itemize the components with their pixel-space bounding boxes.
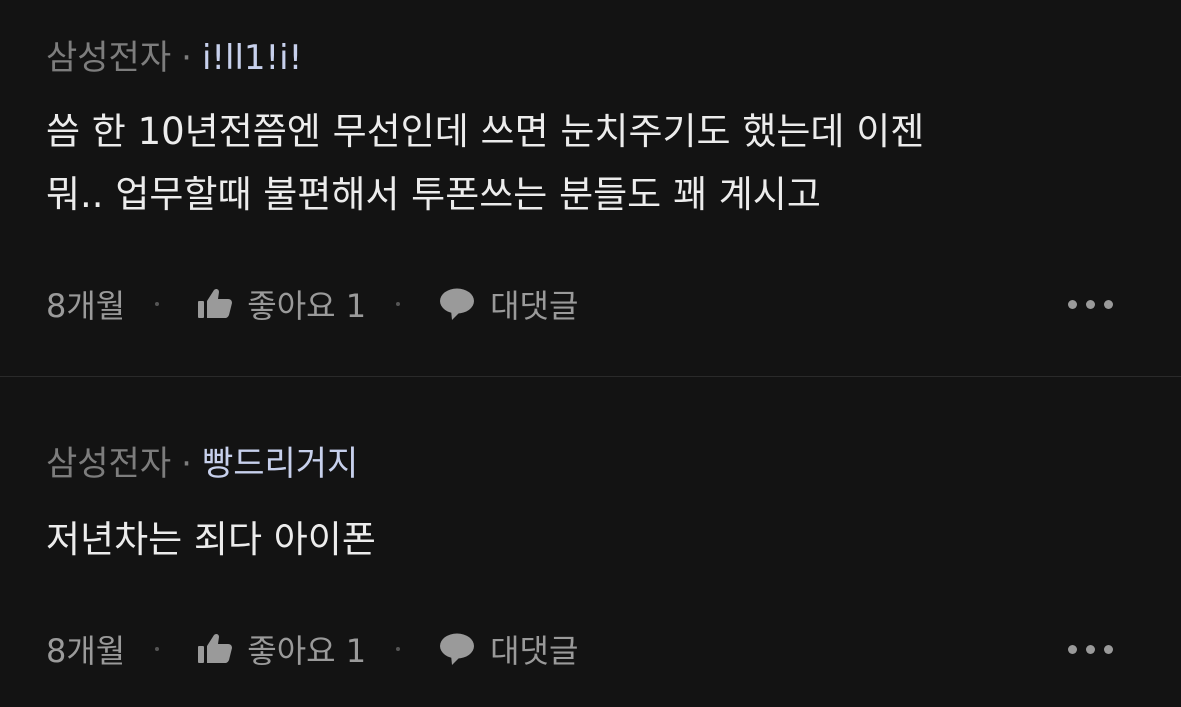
comment-body-line: 씀 한 10년전쯤엔 무선인데 쓰면 눈치주기도 했는데 이젠	[46, 110, 925, 153]
comment-body: 씀 한 10년전쯤엔 무선인데 쓰면 눈치주기도 했는데 이젠 뭐.. 업무할때…	[46, 100, 1113, 226]
reply-button[interactable]: 대댓글	[438, 281, 578, 327]
action-separator	[396, 647, 401, 651]
more-dots-icon	[1068, 299, 1077, 309]
reply-button[interactable]: 대댓글	[438, 626, 578, 672]
meta-separator: ·	[181, 444, 192, 484]
comment-time: 8개월	[46, 287, 126, 325]
comment-body-line: 뭐.. 업무할때 불편해서 투폰쓰는 분들도 꽤 계시고	[46, 173, 821, 216]
reply-label: 대댓글	[490, 287, 579, 325]
meta-separator: ·	[181, 38, 192, 78]
speech-bubble-icon	[440, 633, 475, 665]
like-button[interactable]: 좋아요 1	[197, 281, 366, 327]
action-separator	[155, 647, 160, 651]
action-separator	[155, 302, 160, 306]
author-nickname[interactable]: i!ll1!i!	[202, 38, 302, 78]
comment-actions: 8개월 좋아요 1 대댓글	[46, 625, 1113, 673]
comment-item: 삼성전자 · 빵드리거지 저년차는 죄다 아이폰 8개월 좋아요 1 대댓글	[0, 377, 1181, 707]
more-options-button[interactable]	[1068, 635, 1113, 664]
thumbs-up-icon	[198, 633, 233, 663]
like-count-label: 좋아요 1	[247, 287, 367, 325]
action-separator	[396, 302, 401, 306]
thumbs-up-icon	[198, 288, 233, 318]
comment-body: 저년차는 죄다 아이폰	[46, 508, 1113, 571]
company-name[interactable]: 삼성전자	[46, 38, 171, 78]
comment-meta: 삼성전자 · i!ll1!i!	[46, 34, 1113, 82]
author-nickname[interactable]: 빵드리거지	[202, 444, 358, 484]
comment-item: 삼성전자 · i!ll1!i! 씀 한 10년전쯤엔 무선인데 쓰면 눈치주기도 했…	[0, 0, 1181, 376]
comment-meta: 삼성전자 · 빵드리거지	[46, 440, 1113, 488]
reply-label: 대댓글	[490, 632, 579, 670]
comment-actions: 8개월 좋아요 1 대댓글	[46, 280, 1113, 328]
comment-body-line: 저년차는 죄다 아이폰	[46, 518, 376, 561]
company-name[interactable]: 삼성전자	[46, 444, 171, 484]
comment-time: 8개월	[46, 632, 126, 670]
like-button[interactable]: 좋아요 1	[197, 626, 366, 672]
more-dots-icon	[1068, 644, 1077, 654]
like-count-label: 좋아요 1	[247, 632, 367, 670]
more-options-button[interactable]	[1068, 290, 1113, 319]
speech-bubble-icon	[440, 288, 475, 320]
